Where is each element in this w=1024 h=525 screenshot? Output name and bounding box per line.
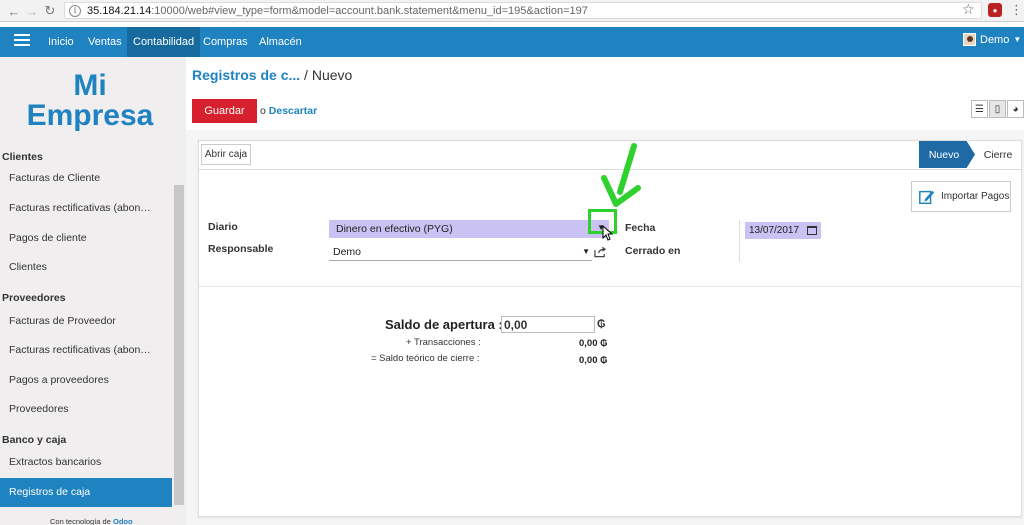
url-path: :10000/web#view_type=form&model=account.… [151, 4, 588, 17]
browser-toolbar: ← → ↻ i 35.184.21.14:10000/web#view_type… [0, 0, 1024, 22]
powered-brand[interactable]: Odoo [113, 517, 133, 525]
company-logo[interactable]: Mi Empresa [0, 71, 180, 131]
save-button[interactable]: Guardar [192, 99, 257, 123]
import-payments-label: Importar Pagos [941, 191, 1010, 202]
logo-line-1: Mi [73, 69, 107, 102]
breadcrumb-current: Nuevo [311, 67, 353, 83]
view-switcher: ☰ ▯ ◕ [971, 100, 1024, 118]
section-divider [199, 286, 1021, 287]
bookmark-star-icon[interactable]: ☆ [962, 1, 975, 18]
opening-balance-input[interactable]: 0,00 [501, 316, 595, 333]
fecha-value: 13/07/2017 [749, 225, 800, 236]
topnav-compras[interactable]: Compras [203, 27, 248, 57]
breadcrumb-separator: / [304, 67, 308, 83]
theoretical-closing-value: 0,00 ₲ [579, 355, 608, 366]
mouse-cursor-icon [602, 225, 614, 241]
discard-button[interactable]: Descartar [269, 105, 317, 117]
sidebar-item-pagos-cliente[interactable]: Pagos de cliente [0, 224, 172, 253]
user-name: Demo [980, 33, 1010, 46]
sidebar-item-extractos[interactable]: Extractos bancarios [0, 448, 172, 477]
opening-balance-label: Saldo de apertura : [385, 317, 503, 332]
extension-icon[interactable]: ● [988, 3, 1002, 17]
sidebar: Mi Empresa Clientes Facturas de Cliente … [0, 57, 186, 525]
diario-value: Dinero en efectivo (PYG) [336, 223, 453, 235]
top-navbar: Inicio Ventas Contabilidad Compras Almac… [0, 27, 1024, 57]
transactions-value: 0,00 ₲ [579, 338, 608, 349]
browser-menu-icon[interactable]: ⋮ [1010, 2, 1023, 18]
annotation-arrow-icon [601, 143, 641, 207]
topnav-contabilidad[interactable]: Contabilidad [127, 27, 201, 57]
avatar [963, 33, 976, 46]
responsable-label: Responsable [208, 243, 274, 255]
topnav-ventas[interactable]: Ventas [88, 27, 122, 57]
breadcrumb: Registros de c... / Nuevo [192, 67, 352, 83]
hamburger-menu-icon[interactable] [14, 34, 30, 48]
column-divider [739, 220, 740, 262]
topnav-almacen[interactable]: Almacén [259, 27, 302, 57]
edit-icon [919, 190, 935, 204]
stage-nuevo[interactable]: Nuevo [919, 141, 975, 168]
sidebar-item-facturas-proveedor[interactable]: Facturas de Proveedor [0, 307, 172, 336]
dropdown-arrow-icon[interactable]: ▼ [582, 247, 590, 256]
theoretical-closing-label: = Saldo teórico de cierre : [371, 353, 480, 364]
open-cash-button[interactable]: Abrir caja [201, 144, 251, 165]
info-icon[interactable]: i [69, 4, 81, 17]
sidebar-item-registros-caja[interactable]: Registros de caja [0, 478, 172, 507]
fecha-label: Fecha [625, 222, 656, 234]
breadcrumb-parent[interactable]: Registros de c... [192, 67, 300, 83]
sidebar-item-clientes[interactable]: Clientes [0, 253, 172, 282]
cerrado-label: Cerrado en [625, 245, 681, 257]
import-payments-button[interactable]: Importar Pagos [911, 181, 1011, 212]
form-view-icon[interactable]: ▯ [989, 100, 1006, 118]
pie-chart-view-icon[interactable]: ◕ [1007, 100, 1024, 118]
url-host: 35.184.21.14 [87, 4, 152, 17]
forward-icon[interactable]: → [22, 1, 42, 21]
sidebar-item-rectificativas-cliente[interactable]: Facturas rectificativas (abon… [0, 194, 172, 223]
discard-group: o Descartar [260, 105, 317, 117]
reload-icon[interactable]: ↻ [40, 1, 60, 21]
back-icon[interactable]: ← [4, 1, 24, 21]
diario-label: Diario [208, 221, 238, 233]
sidebar-scrollbar[interactable] [174, 185, 184, 505]
responsable-value: Demo [333, 246, 362, 258]
chevron-down-icon: ▼ [1013, 35, 1022, 44]
sidebar-item-facturas-cliente[interactable]: Facturas de Cliente [0, 164, 172, 193]
responsable-select[interactable]: Demo ▼ [329, 244, 592, 261]
section-banco-caja: Banco y caja [2, 434, 67, 446]
address-bar[interactable]: i 35.184.21.14:10000/web#view_type=form&… [64, 2, 982, 19]
discard-prefix: o [260, 105, 266, 117]
powered-by: Con tecnología de Odoo [50, 517, 133, 525]
sidebar-item-rectificativas-proveedor[interactable]: Facturas rectificativas (abon… [0, 336, 172, 365]
list-view-icon[interactable]: ☰ [971, 100, 988, 118]
calendar-icon[interactable] [807, 226, 817, 235]
section-proveedores: Proveedores [2, 292, 66, 304]
transactions-label: + Transacciones : [406, 337, 481, 348]
logo-line-2: Empresa [26, 99, 154, 132]
diario-select[interactable]: Dinero en efectivo (PYG) ▼ [329, 220, 609, 238]
fecha-input[interactable]: 13/07/2017 [745, 222, 821, 239]
sidebar-item-proveedores[interactable]: Proveedores [0, 395, 172, 424]
currency-symbol: ₲ [597, 318, 606, 330]
section-clientes: Clientes [2, 151, 43, 163]
stage-cierre[interactable]: Cierre [975, 141, 1021, 168]
user-menu[interactable]: Demo ▼ [963, 33, 1021, 46]
topnav-inicio[interactable]: Inicio [48, 27, 74, 57]
powered-prefix: Con tecnología de [50, 517, 111, 525]
sidebar-item-pagos-proveedores[interactable]: Pagos a proveedores [0, 366, 172, 395]
external-link-icon[interactable] [594, 246, 607, 258]
